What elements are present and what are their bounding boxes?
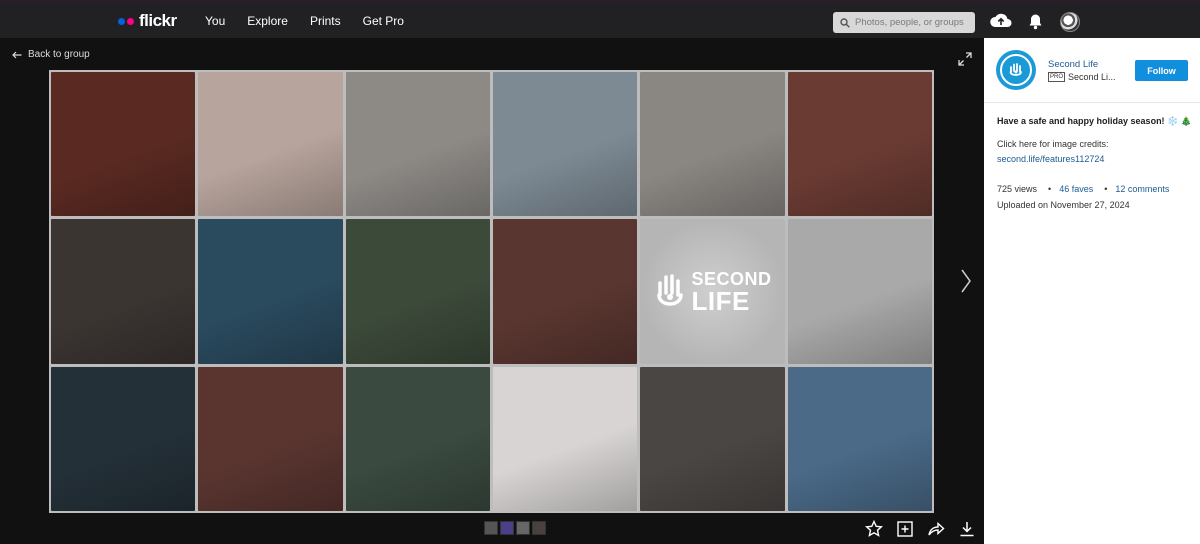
top-nav-bar: flickr You Explore Prints Get Pro (0, 0, 1200, 38)
owner-avatar[interactable] (996, 50, 1036, 90)
share-icon[interactable] (927, 520, 945, 538)
second-life-hand-icon (657, 274, 684, 307)
collage-photo-tile (198, 366, 343, 511)
search-icon (840, 17, 850, 28)
nav-you[interactable]: You (205, 14, 225, 28)
stats-separator: • (1104, 184, 1108, 194)
views-count: 725 views (997, 184, 1038, 194)
collage-photo-tile (51, 366, 196, 511)
collage-photo-tile (51, 72, 196, 217)
collage-photo-tile (787, 72, 932, 217)
user-avatar[interactable] (1060, 12, 1080, 32)
logo-text: flickr (139, 11, 177, 30)
collage-photo-tile (345, 219, 490, 364)
photo-sidebar: Second Life PRO Second Li... Follow Have… (984, 38, 1200, 544)
second-life-hand-icon (1000, 54, 1032, 86)
collage-photo-tile (345, 366, 490, 511)
arrow-left-icon (12, 51, 22, 58)
back-to-group-link[interactable]: Back to group (12, 49, 90, 60)
fullscreen-icon[interactable] (958, 52, 972, 66)
collage-photo-tile (492, 72, 638, 217)
main-photo-collage[interactable]: SECOND LIFE (49, 70, 934, 513)
owner-card: Second Life PRO Second Li... Follow (984, 38, 1200, 103)
second-life-logo-tile: SECOND LIFE (640, 219, 785, 364)
main-nav: You Explore Prints Get Pro (205, 14, 426, 28)
logo-blue-dot (118, 17, 125, 25)
photo-thumbnail[interactable] (484, 521, 498, 535)
search-input[interactable] (855, 17, 970, 28)
image-credits-link[interactable]: second.life/features112724 (997, 154, 1104, 164)
second-life-logo-text: SECOND LIFE (691, 269, 771, 316)
photo-thumbnail[interactable] (516, 521, 530, 535)
nav-explore[interactable]: Explore (247, 14, 288, 28)
photo-actions (865, 520, 976, 538)
stats-separator: • (1048, 184, 1052, 194)
collage-photo-tile (51, 219, 196, 364)
follow-button[interactable]: Follow (1135, 60, 1188, 81)
collage-photo-tile (640, 366, 785, 511)
bell-icon[interactable] (1028, 13, 1043, 30)
add-to-gallery-icon[interactable] (896, 520, 914, 538)
faves-link[interactable]: 46 faves (1059, 184, 1093, 194)
collage-photo-tile (640, 72, 785, 217)
upload-date: Uploaded on November 27, 2024 (997, 200, 1130, 210)
flickr-logo[interactable]: flickr (118, 11, 177, 31)
nav-prints[interactable]: Prints (310, 14, 341, 28)
owner-subtitle: PRO Second Li... (1048, 72, 1116, 82)
collage-photo-tile (787, 366, 932, 511)
comments-link[interactable]: 12 comments (1115, 184, 1169, 194)
nav-get-pro[interactable]: Get Pro (363, 14, 404, 28)
pro-badge: PRO (1048, 72, 1066, 82)
photo-thumbnail-strip (484, 521, 546, 535)
owner-sub-text: Second Li... (1068, 72, 1116, 82)
photo-viewer: Back to group SECOND LIFE (0, 38, 984, 544)
upload-icon[interactable] (990, 12, 1012, 30)
download-icon[interactable] (958, 520, 976, 538)
logo-pink-dot (127, 17, 134, 25)
photo-thumbnail[interactable] (500, 521, 514, 535)
collage-photo-tile (492, 366, 638, 511)
owner-name-link[interactable]: Second Life (1048, 59, 1098, 70)
collage-photo-tile (787, 219, 932, 364)
logo-word: LIFE (691, 285, 750, 316)
back-label: Back to group (28, 49, 90, 60)
photo-thumbnail[interactable] (532, 521, 546, 535)
chevron-right-icon[interactable] (960, 268, 972, 294)
photo-title: Have a safe and happy holiday season! ❄️… (997, 116, 1192, 126)
photo-description: Click here for image credits: (997, 139, 1109, 149)
search-box[interactable] (833, 12, 975, 33)
star-favorite-icon[interactable] (865, 520, 883, 538)
collage-photo-tile (492, 219, 638, 364)
collage-photo-tile (198, 219, 343, 364)
collage-photo-tile (198, 72, 343, 217)
photo-stats: 725 views • 46 faves • 12 comments (997, 184, 1197, 194)
collage-photo-tile (345, 72, 490, 217)
